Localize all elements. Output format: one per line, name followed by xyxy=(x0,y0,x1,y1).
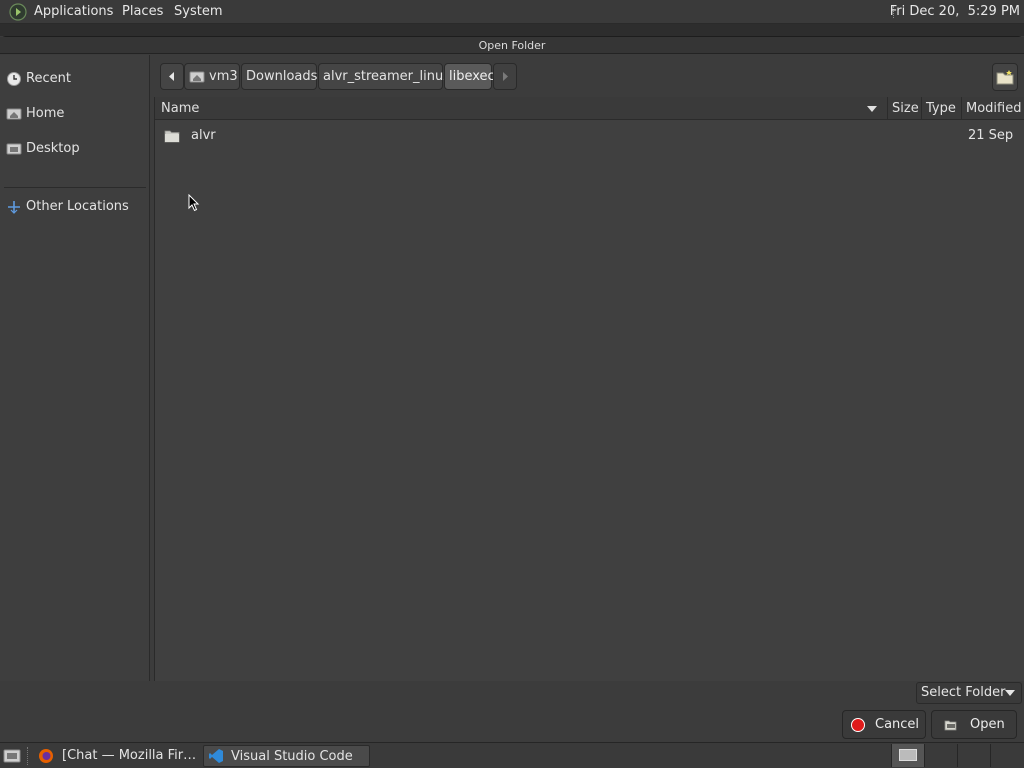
desktop-icon xyxy=(6,143,22,155)
sidebar-item-home[interactable]: Home xyxy=(0,99,148,129)
task-firefox[interactable]: [Chat — Mozilla Fir… xyxy=(34,745,198,767)
places-sidebar: Recent Home Desktop Other Locations xyxy=(0,55,150,681)
crumb-downloads[interactable]: Downloads xyxy=(241,63,317,90)
show-desktop-icon[interactable] xyxy=(3,748,21,764)
top-panel: Applications Places System Fri Dec 20, 5… xyxy=(0,0,1024,24)
plus-icon xyxy=(8,201,20,214)
crumb-label: Downloads xyxy=(246,69,318,84)
sidebar-item-label: Other Locations xyxy=(26,199,129,214)
sidebar-item-label: Home xyxy=(26,106,65,121)
background-window-strip xyxy=(0,24,1024,36)
vscode-icon xyxy=(209,749,223,763)
taskbar: [Chat — Mozilla Fir… Visual Studio Code xyxy=(0,742,1024,768)
firefox-icon xyxy=(39,749,53,763)
file-filter-select[interactable]: Select Folder xyxy=(916,682,1022,704)
sidebar-item-other-locations[interactable]: Other Locations xyxy=(0,192,148,222)
sidebar-item-label: Recent xyxy=(26,71,71,86)
column-modified[interactable]: Modified xyxy=(961,97,1024,120)
home-icon xyxy=(189,71,205,83)
dialog-title: Open Folder xyxy=(0,37,1024,54)
column-modified-label: Modified xyxy=(966,101,1022,116)
column-type[interactable]: Type xyxy=(921,97,961,120)
crumb-label: vm3 xyxy=(209,69,238,84)
column-type-label: Type xyxy=(926,101,956,116)
table-row[interactable]: alvr 21 Sep xyxy=(155,123,1024,149)
column-size[interactable]: Size xyxy=(887,97,921,120)
mouse-cursor-icon xyxy=(188,194,200,212)
applications-menu[interactable]: Applications xyxy=(34,4,113,19)
clock[interactable]: Fri Dec 20, 5:29 PM xyxy=(890,4,1020,19)
column-size-label: Size xyxy=(892,101,919,116)
crumb-label: alvr_streamer_linux xyxy=(323,69,451,84)
column-name[interactable]: Name xyxy=(155,97,887,120)
chevron-right-icon xyxy=(503,72,508,81)
clock-icon xyxy=(7,72,21,86)
workspace-2[interactable] xyxy=(924,744,957,767)
open-label: Open xyxy=(970,717,1005,732)
workspace-1[interactable] xyxy=(891,744,924,767)
open-button[interactable]: Open xyxy=(931,710,1017,739)
task-label: Visual Studio Code xyxy=(231,749,353,764)
sidebar-divider xyxy=(4,187,146,188)
taskbar-separator xyxy=(27,747,28,765)
places-menu[interactable]: Places xyxy=(122,4,163,19)
crumb-libexec[interactable]: libexec xyxy=(444,63,495,90)
workspace-3[interactable] xyxy=(957,744,990,767)
system-menu[interactable]: System xyxy=(174,4,222,19)
cancel-icon xyxy=(851,718,865,732)
new-folder-icon xyxy=(996,70,1014,85)
sidebar-item-label: Desktop xyxy=(26,141,80,156)
sidebar-item-desktop[interactable]: Desktop xyxy=(0,134,148,164)
crumb-vm3[interactable]: vm3 xyxy=(184,63,240,90)
workspace-4[interactable] xyxy=(990,744,1024,767)
cancel-button[interactable]: Cancel xyxy=(842,710,926,739)
applications-logo-icon[interactable] xyxy=(9,3,27,21)
open-folder-icon xyxy=(944,720,957,731)
chevron-left-icon xyxy=(169,72,174,81)
path-back-button[interactable] xyxy=(160,63,184,90)
new-folder-button[interactable] xyxy=(992,63,1018,91)
cancel-label: Cancel xyxy=(875,717,920,732)
sidebar-item-recent[interactable]: Recent xyxy=(0,64,148,94)
file-list: Name Size Type Modified alvr 21 Sep xyxy=(154,97,1024,681)
sort-descending-icon xyxy=(867,106,877,112)
crumb-label: libexec xyxy=(449,69,495,84)
task-label: [Chat — Mozilla Fir… xyxy=(62,748,197,763)
workspace-window-icon xyxy=(899,749,917,761)
path-forward-button[interactable] xyxy=(493,63,517,90)
home-icon xyxy=(6,108,22,120)
file-name: alvr xyxy=(191,128,216,143)
folder-icon xyxy=(164,130,180,143)
column-name-label: Name xyxy=(161,101,200,116)
chevron-down-icon xyxy=(1005,690,1015,696)
column-header: Name Size Type Modified xyxy=(155,97,1024,120)
crumb-alvr-streamer-linux[interactable]: alvr_streamer_linux xyxy=(318,63,451,90)
file-modified: 21 Sep xyxy=(968,128,1014,143)
open-folder-dialog: Open Folder Recent Home Desktop Other Lo… xyxy=(0,36,1024,742)
task-vscode[interactable]: Visual Studio Code xyxy=(203,745,370,767)
file-filter-label: Select Folder xyxy=(921,685,1006,700)
